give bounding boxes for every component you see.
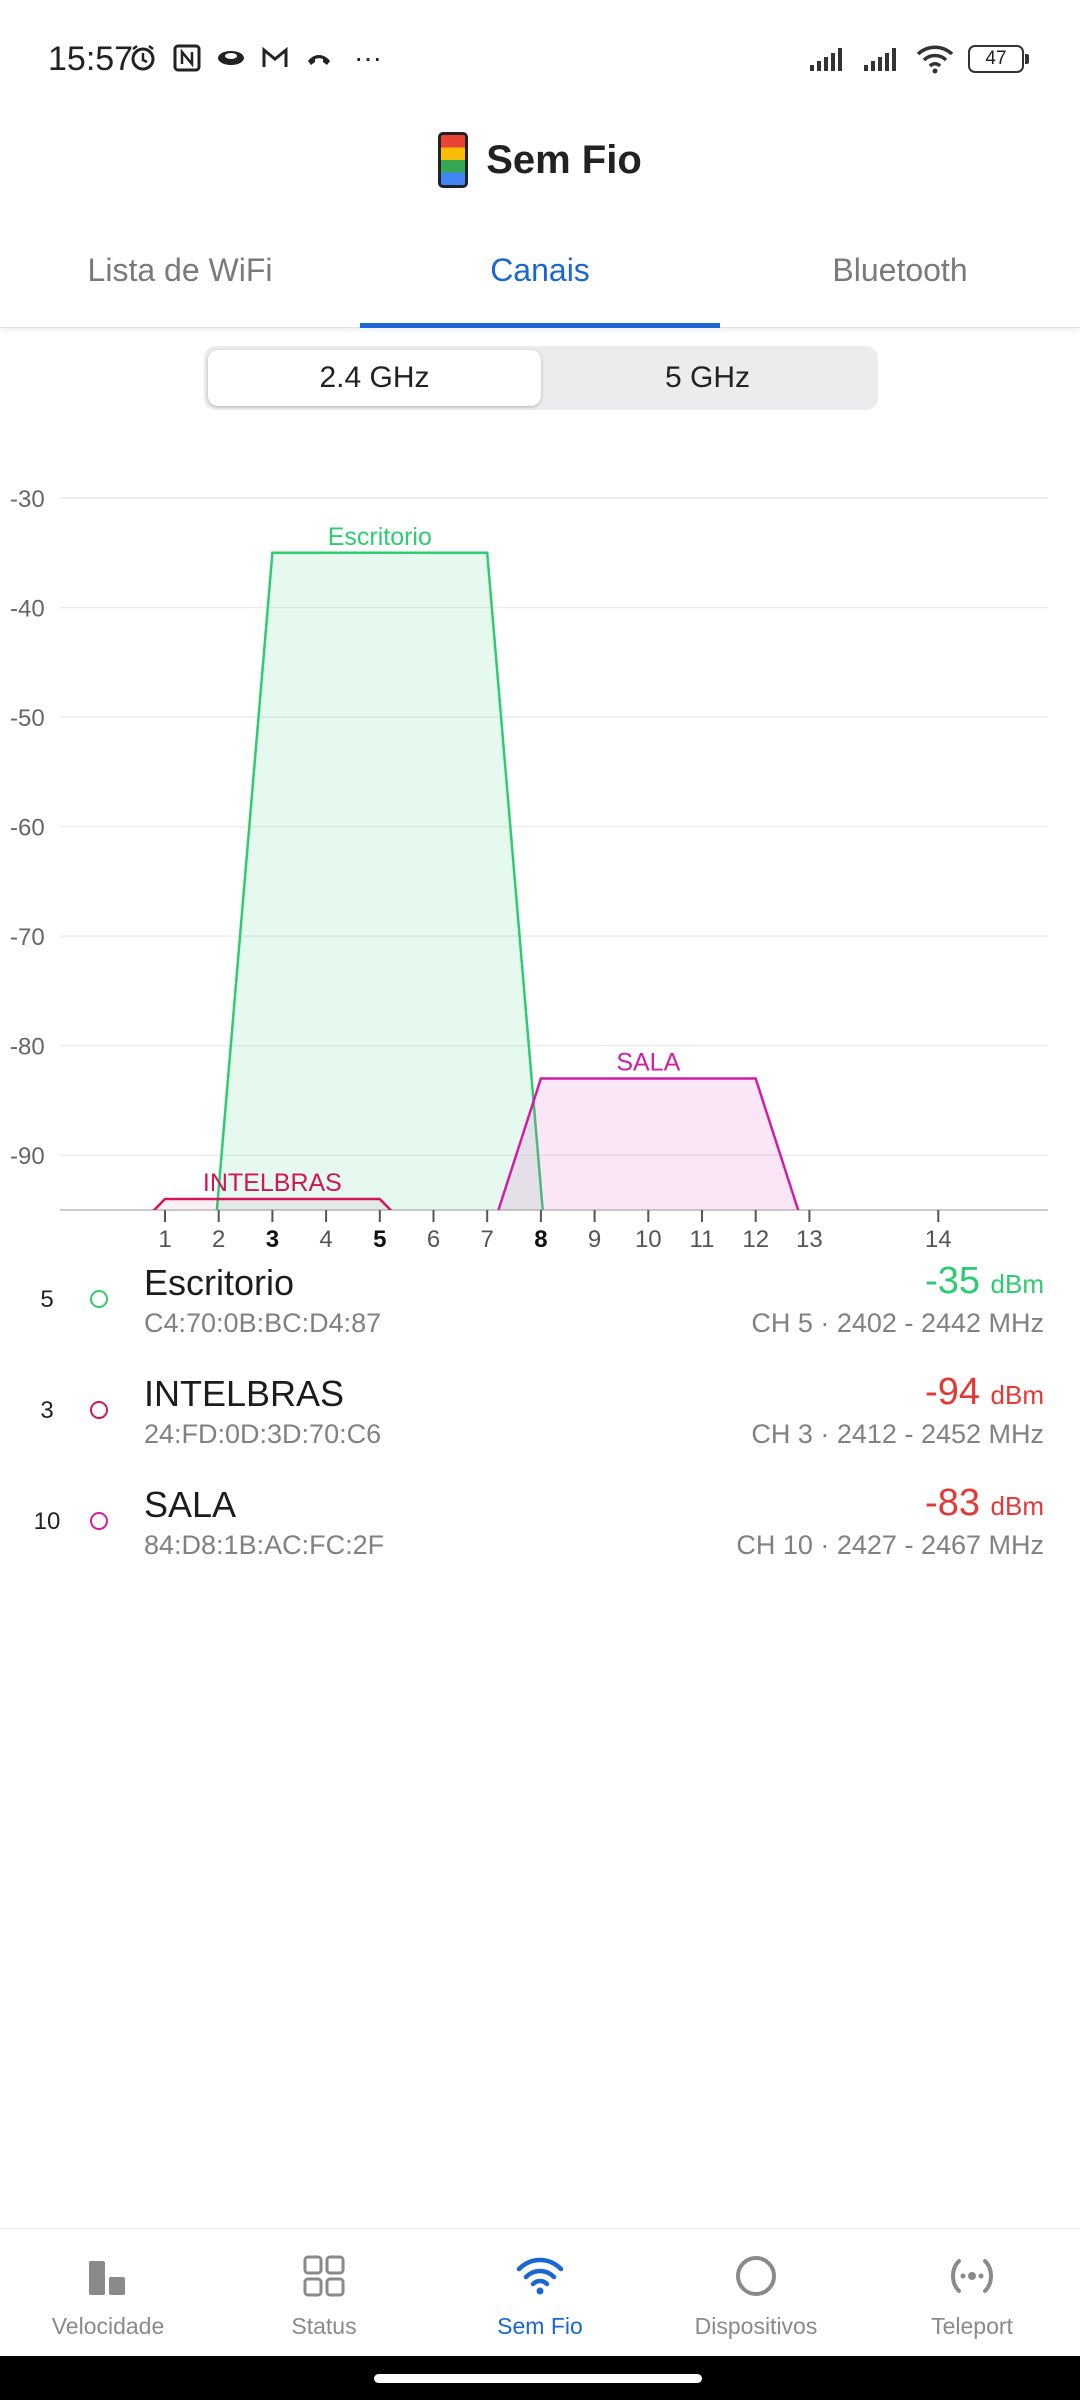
list-item[interactable]: 10 SALA 84:D8:1B:AC:FC:2F -83 dBm CH 10 … <box>0 1478 1080 1589</box>
band-2-4ghz-button[interactable]: 2.4 GHz <box>208 350 541 406</box>
series-label: Escritorio <box>328 523 432 551</box>
nav-label: Status <box>291 2313 357 2339</box>
x-tick-label: 9 <box>588 1226 601 1253</box>
teleport-icon <box>951 2259 993 2293</box>
network-channel-info: CH 5 · 2402 - 2442 MHz <box>751 1308 1044 1338</box>
network-color-dot <box>90 1512 108 1530</box>
y-tick-label: -70 <box>10 924 45 951</box>
system-navigation-bar <box>0 2356 1080 2400</box>
network-channel: 5 <box>40 1286 54 1313</box>
tab-lista-de-wifi[interactable]: Lista de WiFi <box>0 230 360 327</box>
x-tick-label: 12 <box>742 1226 769 1253</box>
nav-dispositivos[interactable]: Dispositivos <box>648 2229 864 2356</box>
wifi-icon <box>516 2257 564 2295</box>
signal-value: -83 <box>925 1482 980 1524</box>
network-channel-info: CH 10 · 2427 - 2467 MHz <box>736 1530 1044 1560</box>
signal-value: -35 <box>925 1260 980 1302</box>
x-tick-label: 3 <box>266 1226 279 1253</box>
x-tick-label: 5 <box>373 1226 386 1253</box>
battery-icon: 47 <box>968 45 1029 73</box>
network-list: 5 Escritorio C4:70:0B:BC:D4:87 -35 dBm C… <box>0 1256 1080 1589</box>
network-signal: -83 dBm <box>925 1482 1044 1525</box>
signal-icon <box>864 48 896 71</box>
x-tick-label: 8 <box>534 1226 547 1253</box>
signal-icon <box>810 48 842 71</box>
nav-label: Teleport <box>931 2313 1013 2339</box>
nav-sem-fio[interactable]: Sem Fio <box>432 2229 648 2356</box>
y-tick-label: -30 <box>10 486 45 513</box>
band-5ghz-button[interactable]: 5 GHz <box>541 350 874 406</box>
more-icon: ··· <box>354 42 382 73</box>
grid-icon <box>303 2255 345 2297</box>
y-tick-label: -90 <box>10 1143 45 1170</box>
x-tick-label: 13 <box>796 1226 823 1253</box>
y-tick-label: -60 <box>10 815 45 842</box>
nfc-icon <box>173 44 201 72</box>
band-selector: 2.4 GHz 5 GHz <box>204 346 878 410</box>
network-name: Escritorio <box>144 1262 295 1303</box>
signal-unit: dBm <box>990 1269 1044 1299</box>
network-signal: -94 dBm <box>925 1371 1044 1414</box>
page-title: Sem Fio <box>486 137 642 182</box>
alarm-icon <box>131 45 155 71</box>
x-tick-label: 2 <box>212 1226 225 1253</box>
network-color-dot <box>90 1290 108 1308</box>
x-tick-label: 14 <box>925 1226 952 1253</box>
channel-chart: -30 -40 -50 -60 -70 -80 -90 Escritorio INTELBRAS… <box>10 486 1048 1253</box>
wifi-status-icon <box>916 45 954 74</box>
x-tick-label: 1 <box>158 1226 171 1253</box>
nav-label: Sem Fio <box>497 2313 583 2339</box>
status-time: 15:57 <box>48 40 134 78</box>
status-bar: 15:57 ··· 47 <box>0 0 1080 120</box>
bottom-nav: Velocidade Status Sem Fio Dispositivos T… <box>0 2228 1080 2356</box>
tab-bar: Lista de WiFi Canais Bluetooth <box>0 230 1080 328</box>
tab-canais[interactable]: Canais <box>360 230 720 328</box>
series-label: INTELBRAS <box>203 1169 342 1197</box>
status-system-icons: 47 <box>808 44 1029 74</box>
list-item[interactable]: 5 Escritorio C4:70:0B:BC:D4:87 -35 dBm C… <box>0 1256 1080 1367</box>
network-mac: 84:D8:1B:AC:FC:2F <box>144 1530 385 1560</box>
tab-bluetooth[interactable]: Bluetooth <box>720 230 1080 327</box>
signal-value: -94 <box>925 1371 980 1413</box>
network-color-dot <box>90 1401 108 1419</box>
signal-unit: dBm <box>990 1380 1044 1410</box>
network-mac: 24:FD:0D:3D:70:C6 <box>144 1419 382 1449</box>
app-header: Sem Fio <box>0 120 1080 200</box>
list-item[interactable]: 3 INTELBRAS 24:FD:0D:3D:70:C6 -94 dBm CH… <box>0 1367 1080 1478</box>
y-tick-label: -80 <box>10 1034 45 1061</box>
network-name: INTELBRAS <box>144 1373 345 1414</box>
x-tick-label: 6 <box>427 1226 440 1253</box>
network-channel: 10 <box>33 1508 61 1535</box>
nav-velocidade[interactable]: Velocidade <box>0 2229 216 2356</box>
home-indicator[interactable] <box>374 2374 702 2383</box>
speed-bars-icon <box>89 2261 125 2295</box>
y-tick-label: -40 <box>10 596 45 623</box>
circle-icon <box>736 2256 776 2296</box>
x-tick-label: 7 <box>481 1226 494 1253</box>
network-signal: -35 dBm <box>925 1260 1044 1303</box>
x-tick-label: 4 <box>319 1226 332 1253</box>
eye-icon <box>218 51 244 65</box>
nav-status[interactable]: Status <box>216 2229 432 2356</box>
nav-label: Velocidade <box>51 2313 165 2339</box>
signal-unit: dBm <box>990 1491 1044 1521</box>
network-channel: 3 <box>40 1397 54 1424</box>
gmail-icon <box>262 46 288 67</box>
network-mac: C4:70:0B:BC:D4:87 <box>144 1308 382 1338</box>
status-notification-icons: ··· <box>128 42 382 74</box>
series-area-escritorio <box>215 551 544 1210</box>
network-name: SALA <box>144 1484 237 1525</box>
x-tick-label: 11 <box>690 1226 715 1253</box>
nav-label: Dispositivos <box>694 2313 818 2339</box>
x-tick-label: 10 <box>635 1226 662 1253</box>
call-icon <box>308 55 330 65</box>
network-channel-info: CH 3 · 2412 - 2452 MHz <box>751 1419 1044 1449</box>
nav-teleport[interactable]: Teleport <box>864 2229 1080 2356</box>
y-tick-label: -50 <box>10 705 45 732</box>
app-logo-icon <box>438 132 469 188</box>
series-label: SALA <box>616 1049 680 1077</box>
